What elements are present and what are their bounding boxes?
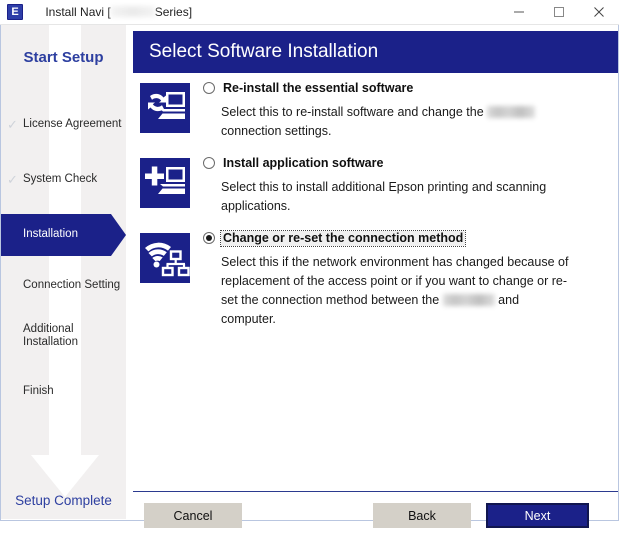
software-install-options: Re-install the essential software Select… [126, 80, 618, 343]
sidebar-step-connection-setting: Connection Setting [1, 274, 126, 296]
window-titlebar: E Install Navi [ Series] [0, 0, 619, 25]
sidebar-step-label: Installation [23, 228, 78, 240]
sidebar-step-label: Connection Setting [23, 278, 121, 291]
dialog-footer: Cancel Back Next [126, 500, 618, 538]
radio-change-connection-method[interactable] [203, 232, 215, 244]
window-title-redacted-model [110, 6, 155, 17]
sidebar-start-label: Start Setup [23, 49, 104, 66]
option-title[interactable]: Install application software [221, 156, 385, 171]
option-description: Select this to re-install software and c… [221, 103, 576, 141]
cancel-button[interactable]: Cancel [144, 503, 242, 528]
option-header-row: Install application software [203, 155, 618, 171]
redacted-product-name [442, 294, 495, 306]
option-text-block: Install application software Select this… [203, 155, 618, 216]
footer-divider [133, 491, 618, 492]
install-application-icon [140, 158, 190, 208]
reinstall-software-icon [140, 83, 190, 133]
option-change-connection-method[interactable]: Change or re-set the connection method S… [126, 229, 618, 329]
page-header: Select Software Installation [133, 31, 618, 73]
sidebar-step-label: System Check [23, 172, 98, 185]
option-header-row: Re-install the essential software [203, 80, 618, 96]
radio-reinstall-essential-software[interactable] [203, 82, 215, 94]
redacted-product-name [487, 106, 536, 118]
option-header-row: Change or re-set the connection method [203, 229, 618, 247]
epson-e-icon: E [7, 4, 23, 20]
option-description: Select this if the network environment h… [221, 253, 576, 329]
progress-arrow-head [31, 455, 99, 497]
sidebar-step-system-check: ✓ System Check [1, 168, 126, 190]
window-controls [499, 0, 619, 25]
checkmark-icon: ✓ [7, 116, 18, 132]
minimize-icon[interactable] [499, 0, 539, 25]
radio-install-application-software[interactable] [203, 157, 215, 169]
back-button[interactable]: Back [373, 503, 471, 528]
sidebar-step-installation-active: Installation [1, 214, 126, 256]
option-install-application-software[interactable]: Install application software Select this… [126, 155, 618, 216]
maximize-icon[interactable] [539, 0, 579, 25]
checkmark-icon: ✓ [7, 171, 18, 187]
content-panel: Select Software Installation Re-install … [126, 25, 618, 528]
option-text-block: Re-install the essential software Select… [203, 80, 618, 141]
network-connection-icon [140, 233, 190, 283]
option-title[interactable]: Change or re-set the connection method [219, 229, 467, 247]
option-text-block: Change or re-set the connection method S… [203, 229, 618, 329]
sidebar-step-label: Additional Installation [23, 323, 78, 348]
page-title: Select Software Installation [149, 41, 379, 62]
option-description-part1: Select this to re-install software and c… [221, 105, 488, 119]
close-icon[interactable] [579, 0, 619, 25]
option-reinstall-essential-software[interactable]: Re-install the essential software Select… [126, 80, 618, 141]
sidebar-complete-label: Setup Complete [15, 493, 112, 508]
window-title-prefix: Install Navi [ [45, 5, 111, 19]
option-description: Select this to install additional Epson … [221, 180, 547, 213]
sidebar-step-label: License Agreement [23, 117, 122, 130]
next-button[interactable]: Next [486, 503, 589, 528]
sidebar-step-finish: Finish [1, 380, 126, 402]
window-body: Start Setup ✓ License Agreement ✓ System… [0, 25, 619, 528]
sidebar-step-additional-installation: Additional Installation [1, 321, 126, 351]
window-title-suffix: Series] [154, 5, 193, 19]
sidebar-step-label: Finish [23, 384, 54, 397]
option-description-part2: connection settings. [221, 124, 332, 138]
sidebar-step-license-agreement: ✓ License Agreement [1, 113, 126, 135]
setup-progress-sidebar: Start Setup ✓ License Agreement ✓ System… [1, 25, 126, 519]
app-icon-letter: E [11, 5, 19, 18]
option-title[interactable]: Re-install the essential software [221, 81, 415, 96]
